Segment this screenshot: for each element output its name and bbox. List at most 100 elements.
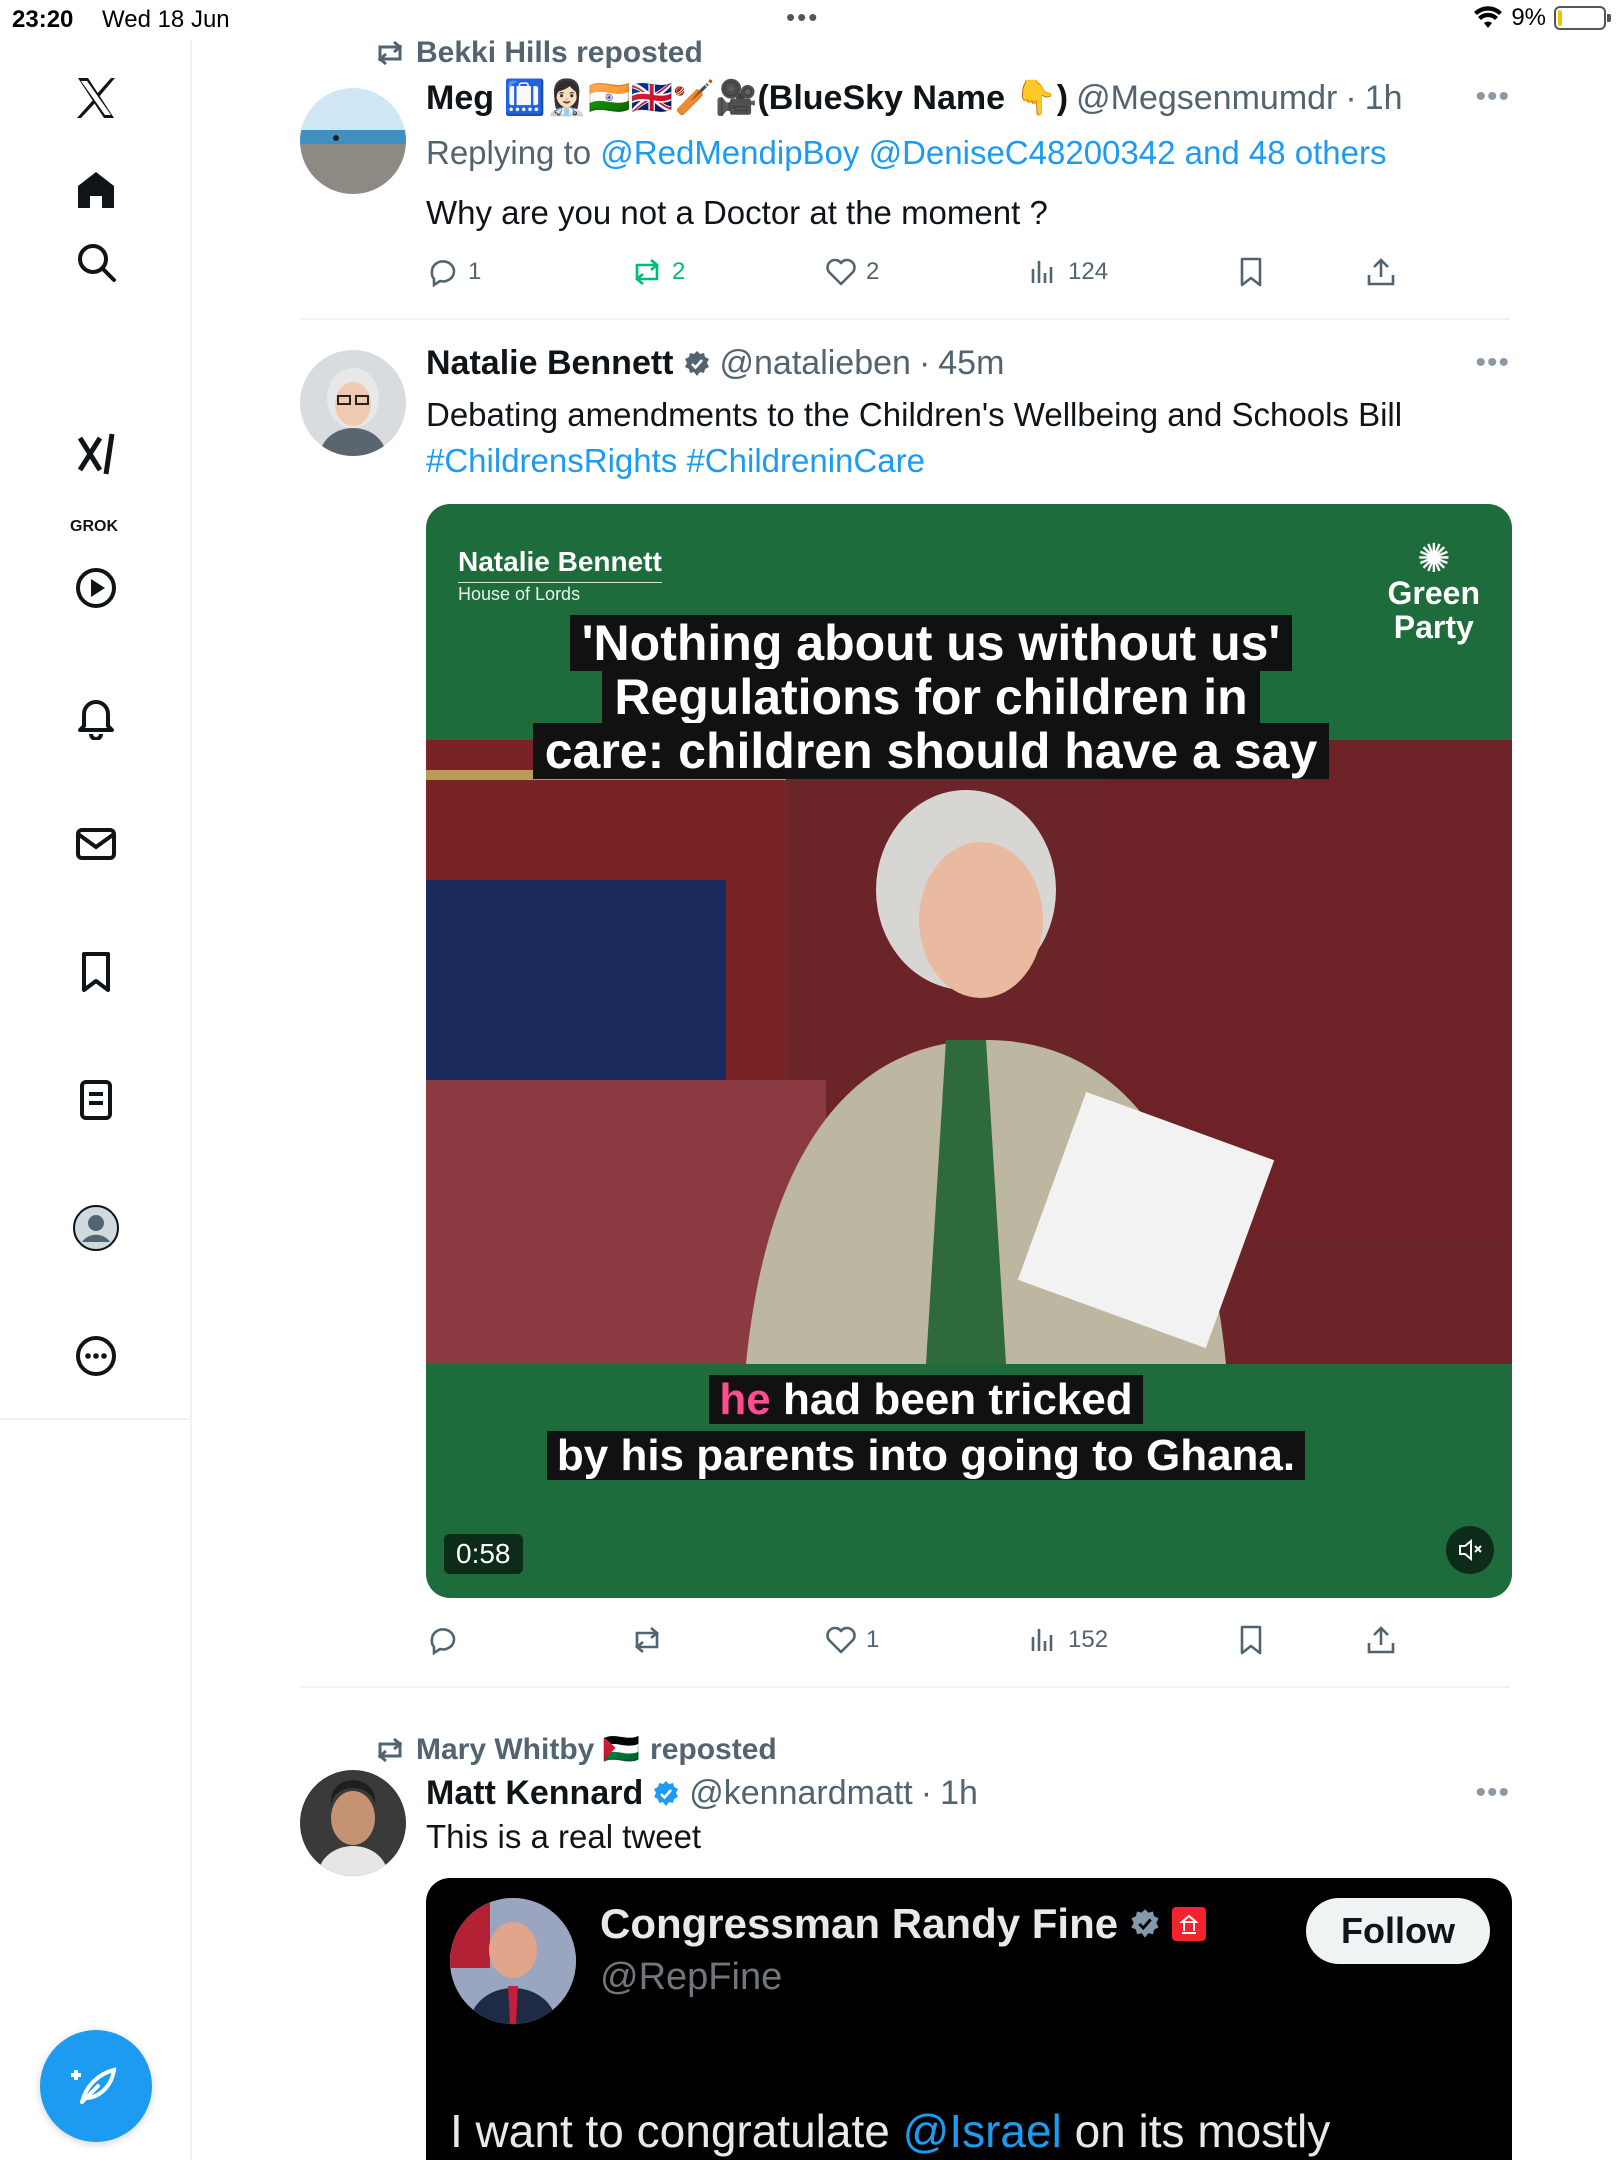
status-right: 9% xyxy=(1473,4,1611,32)
views-button[interactable]: 124 xyxy=(1026,252,1108,292)
heart-icon xyxy=(826,1626,856,1654)
quoted-author-line: Congressman Randy Fine xyxy=(600,1900,1207,1948)
multitasking-dots[interactable]: ••• xyxy=(786,2,819,33)
more-options-icon[interactable] xyxy=(60,1320,132,1392)
headline-line-2: Regulations for children in xyxy=(602,669,1260,725)
author-name[interactable]: Meg 🛄👩🏻‍⚕️🇮🇳🇬🇧🏏🎥(BlueSky Name 👇) xyxy=(426,78,1068,118)
author-name[interactable]: Natalie Bennett xyxy=(426,344,674,383)
like-count: 2 xyxy=(866,258,880,285)
share-icon xyxy=(1367,1626,1395,1654)
heart-icon xyxy=(826,258,856,286)
video-duration: 0:58 xyxy=(444,1534,523,1574)
tweet-text: Why are you not a Doctor at the moment ? xyxy=(426,194,1048,231)
mute-button[interactable] xyxy=(1446,1526,1494,1574)
quoted-text-mention: @Israel xyxy=(902,2105,1062,2157)
share-button[interactable] xyxy=(1364,1620,1398,1660)
views-button[interactable]: 152 xyxy=(1026,1620,1108,1660)
repost-icon xyxy=(377,1737,403,1762)
timeline-feed: Bekki Hills reposted Meg 🛄👩🏻‍⚕️🇮🇳🇬🇧🏏🎥(Bl… xyxy=(194,36,1620,2160)
reply-button[interactable]: 1 xyxy=(426,252,481,292)
sidebar: GROK xyxy=(0,40,192,2160)
bookmark-button[interactable] xyxy=(1234,1620,1268,1660)
quoted-text-prefix: I want to congratulate xyxy=(450,2105,903,2157)
video-glyph xyxy=(76,568,116,608)
tweet-text: This is a real tweet xyxy=(426,1818,702,1855)
profile-avatar-icon[interactable] xyxy=(60,1192,132,1264)
tweet-more-menu-icon[interactable]: ••• xyxy=(1475,80,1510,114)
tweet-more-menu-icon[interactable]: ••• xyxy=(1475,346,1510,380)
quoted-avatar xyxy=(450,1898,576,2024)
sidebar-separator xyxy=(0,1418,192,1420)
quoted-tweet-image[interactable]: Congressman Randy Fine @RepFine Follow I… xyxy=(426,1878,1512,2160)
share-button[interactable] xyxy=(1364,252,1398,292)
tweet-time[interactable]: 1h xyxy=(1365,79,1403,118)
verified-badge-icon xyxy=(651,1779,681,1809)
reply-button[interactable] xyxy=(426,1620,468,1660)
quoted-author-name: Congressman Randy Fine xyxy=(600,1900,1119,1947)
compose-post-button[interactable] xyxy=(40,2030,152,2142)
video-player[interactable]: Natalie Bennett House of Lords ✺ Green P… xyxy=(426,504,1512,1598)
battery-percent: 9% xyxy=(1511,4,1546,31)
views-count: 152 xyxy=(1068,1626,1109,1653)
replying-mentions[interactable]: @RedMendipBoy @DeniseC48200342 and 48 ot… xyxy=(600,134,1386,171)
beach-photo xyxy=(300,88,406,194)
search-glyph xyxy=(78,244,116,282)
video-icon[interactable] xyxy=(60,552,132,624)
author-handle[interactable]: @kennardmatt xyxy=(689,1774,913,1813)
replying-to-line: Replying to @RedMendipBoy @DeniseC482003… xyxy=(426,130,1386,176)
bookmarks-icon[interactable] xyxy=(60,936,132,1008)
repost-by-text[interactable]: Bekki Hills reposted xyxy=(416,36,703,70)
tweet-more-menu-icon[interactable]: ••• xyxy=(1475,1776,1510,1810)
house-of-lords-scene xyxy=(426,740,1512,1364)
bookmark-icon xyxy=(1240,1625,1262,1655)
quoted-text: I want to congratulate @Israel on its mo… xyxy=(450,2104,1330,2158)
caption-line-2: by his parents into going to Ghana. xyxy=(546,1431,1306,1480)
tweet-header: Natalie Bennett @natalieben · 45m xyxy=(426,344,1004,383)
quoted-follow-button: Follow xyxy=(1306,1898,1490,1964)
headline-line-3: care: children should have a say xyxy=(532,723,1330,779)
avatar-matt-kennard[interactable] xyxy=(300,1770,406,1876)
profile-glyph xyxy=(73,1205,119,1251)
quoted-text-suffix: on its mostly xyxy=(1061,2105,1331,2157)
author-handle[interactable]: @Megsenmumdr xyxy=(1076,79,1337,118)
battery-fill xyxy=(1558,10,1562,26)
repost-by-name[interactable]: Mary Whitby 🇵🇸 xyxy=(416,1732,640,1767)
grok-icon[interactable] xyxy=(60,418,132,490)
video-headline: 'Nothing about us without us' Regulation… xyxy=(466,615,1396,779)
tweet-time[interactable]: 1h xyxy=(940,1774,978,1813)
author-handle[interactable]: @natalieben xyxy=(720,344,911,383)
tweet-divider xyxy=(300,318,1510,320)
compose-feather-icon xyxy=(71,2067,117,2104)
like-button[interactable]: 2 xyxy=(824,252,879,292)
x-logo-icon[interactable] xyxy=(60,62,132,134)
search-icon[interactable] xyxy=(60,226,132,298)
bookmark-icon xyxy=(1240,257,1262,287)
author-name[interactable]: Matt Kennard xyxy=(426,1774,643,1813)
share-icon xyxy=(1367,258,1395,286)
home-icon[interactable] xyxy=(60,154,132,226)
lists-icon[interactable] xyxy=(60,1064,132,1136)
messages-envelope-icon[interactable] xyxy=(60,808,132,880)
tweet-hashtags[interactable]: #ChildrensRights #ChildreninCare xyxy=(426,438,925,484)
avatar-meg[interactable] xyxy=(300,88,406,194)
repost-button[interactable]: 2 xyxy=(630,252,685,292)
grok-label: GROK xyxy=(70,518,118,535)
speaker-name-tag: Natalie Bennett xyxy=(458,546,662,583)
views-chart-icon xyxy=(1031,261,1053,283)
video-caption: he had been tricked by his parents into … xyxy=(526,1372,1326,1484)
bookmark-button[interactable] xyxy=(1234,252,1268,292)
repost-indicator: Bekki Hills reposted xyxy=(374,36,703,70)
home-glyph xyxy=(78,172,114,208)
quoted-portrait xyxy=(450,1898,576,2024)
headline-line-1: 'Nothing about us without us' xyxy=(569,615,1293,671)
tweet-header: Meg 🛄👩🏻‍⚕️🇮🇳🇬🇧🏏🎥(BlueSky Name 👇) @Megsen… xyxy=(426,78,1403,118)
avatar-natalie-bennett[interactable] xyxy=(300,350,406,456)
portrait-photo xyxy=(300,350,406,456)
notifications-bell-icon[interactable] xyxy=(60,680,132,752)
reply-icon xyxy=(430,260,456,288)
quoted-verified-badge-icon xyxy=(1131,1909,1159,1938)
repost-button[interactable] xyxy=(630,1620,672,1660)
quoted-author-handle: @RepFine xyxy=(600,1956,783,1998)
tweet-time[interactable]: 45m xyxy=(938,344,1004,383)
like-button[interactable]: 1 xyxy=(824,1620,879,1660)
